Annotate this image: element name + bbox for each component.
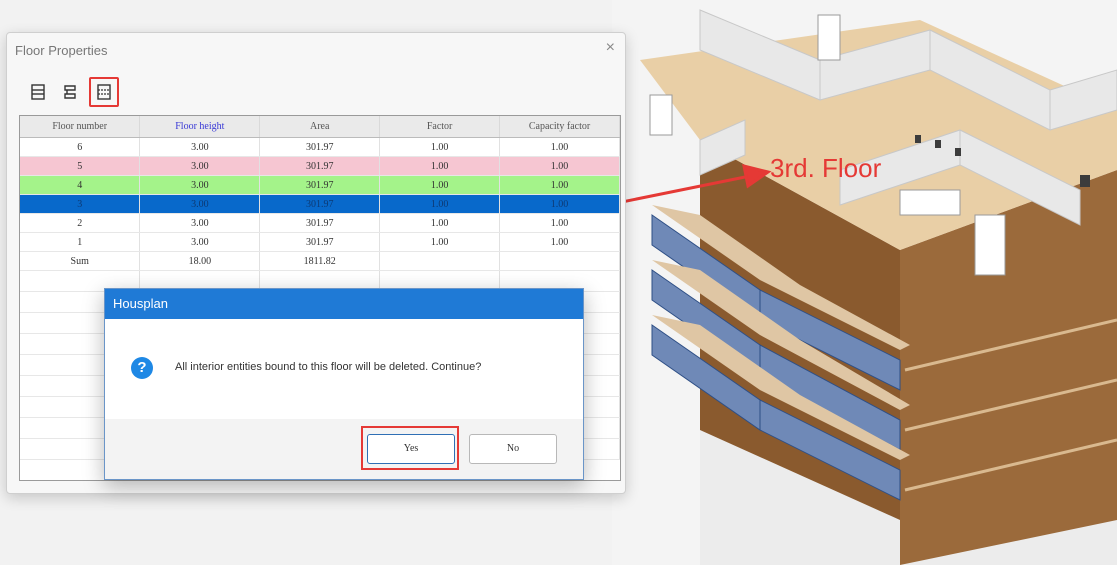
add-floor-button[interactable]	[57, 79, 83, 105]
cell-height[interactable]: 3.00	[139, 156, 261, 176]
cell-factor[interactable]: 1.00	[379, 232, 501, 252]
cell-capacity[interactable]: 1.00	[499, 156, 620, 176]
cell-area: 1811.82	[259, 251, 381, 271]
screenshot-scene: 3rd. Floor Floor Properties × Floor numb…	[0, 0, 1117, 565]
col-floor-number[interactable]: Floor number	[20, 116, 141, 138]
close-button[interactable]: ×	[606, 39, 615, 57]
floor-annotation-label: 3rd. Floor	[770, 153, 882, 183]
cell-capacity[interactable]: 1.00	[499, 194, 620, 214]
cell-area[interactable]: 301.97	[259, 194, 381, 214]
table-row[interactable]: 2 3.00 301.97 1.00 1.00	[20, 213, 620, 233]
cell-factor[interactable]: 1.00	[379, 213, 501, 233]
building-3d-view	[612, 0, 1117, 565]
cell-floor[interactable]: 4	[20, 175, 141, 195]
cell-area[interactable]: 301.97	[259, 213, 381, 233]
col-area[interactable]: Area	[259, 116, 381, 138]
cell-factor[interactable]: 1.00	[379, 194, 501, 214]
cell-floor: Sum	[20, 251, 141, 271]
cell-capacity[interactable]: 1.00	[499, 213, 620, 233]
dialog-body: ? All interior entities bound to this fl…	[105, 319, 583, 419]
cell-height[interactable]: 3.00	[139, 232, 261, 252]
cell-area[interactable]: 301.97	[259, 175, 381, 195]
cell-capacity[interactable]: 1.00	[499, 232, 620, 252]
dialog-title: Housplan	[105, 289, 583, 319]
table-row-sum: Sum 18.00 1811.82	[20, 251, 620, 271]
cell-floor[interactable]: 3	[20, 194, 141, 214]
cell-factor[interactable]: 1.00	[379, 156, 501, 176]
cell-height[interactable]: 3.00	[139, 194, 261, 214]
window-title: Floor Properties	[15, 43, 108, 58]
confirm-dialog: Housplan ? All interior entities bound t…	[104, 288, 584, 480]
cell-floor[interactable]: 6	[20, 137, 141, 157]
cell-floor[interactable]: 2	[20, 213, 141, 233]
col-capacity-factor[interactable]: Capacity factor	[499, 116, 620, 138]
no-button[interactable]: No	[469, 434, 557, 464]
cell-height[interactable]: 3.00	[139, 175, 261, 195]
question-icon: ?	[131, 357, 153, 379]
cell-height[interactable]: 3.00	[139, 213, 261, 233]
col-floor-height[interactable]: Floor height	[139, 116, 261, 138]
yes-button[interactable]: Yes	[367, 434, 455, 464]
table-row[interactable]: 1 3.00 301.97 1.00 1.00	[20, 232, 620, 252]
table-header-row: Floor number Floor height Area Factor Ca…	[20, 116, 620, 138]
cell-capacity	[499, 251, 620, 271]
cell-factor[interactable]: 1.00	[379, 137, 501, 157]
delete-floor-icon	[97, 84, 111, 100]
insert-floor-button[interactable]	[25, 79, 51, 105]
add-floor-icon	[64, 85, 76, 99]
floor-toolbar	[25, 77, 119, 107]
cell-floor[interactable]: 1	[20, 232, 141, 252]
cell-capacity[interactable]: 1.00	[499, 137, 620, 157]
cell-capacity[interactable]: 1.00	[499, 175, 620, 195]
cell-factor[interactable]: 1.00	[379, 175, 501, 195]
cell-area[interactable]: 301.97	[259, 232, 381, 252]
dialog-footer: Yes No	[105, 419, 583, 479]
delete-floor-button[interactable]	[89, 77, 119, 107]
dialog-message: All interior entities bound to this floo…	[175, 361, 482, 373]
table-row[interactable]: 4 3.00 301.97 1.00 1.00	[20, 175, 620, 195]
cell-area[interactable]: 301.97	[259, 137, 381, 157]
table-row-selected[interactable]: 3 3.00 301.97 1.00 1.00	[20, 194, 620, 214]
table-row[interactable]: 5 3.00 301.97 1.00 1.00	[20, 156, 620, 176]
table-row[interactable]: 6 3.00 301.97 1.00 1.00	[20, 137, 620, 157]
cell-height: 18.00	[139, 251, 261, 271]
cell-area[interactable]: 301.97	[259, 156, 381, 176]
col-factor[interactable]: Factor	[379, 116, 501, 138]
insert-floor-icon	[31, 84, 45, 100]
cell-floor[interactable]: 5	[20, 156, 141, 176]
cell-height[interactable]: 3.00	[139, 137, 261, 157]
cell-factor	[379, 251, 501, 271]
